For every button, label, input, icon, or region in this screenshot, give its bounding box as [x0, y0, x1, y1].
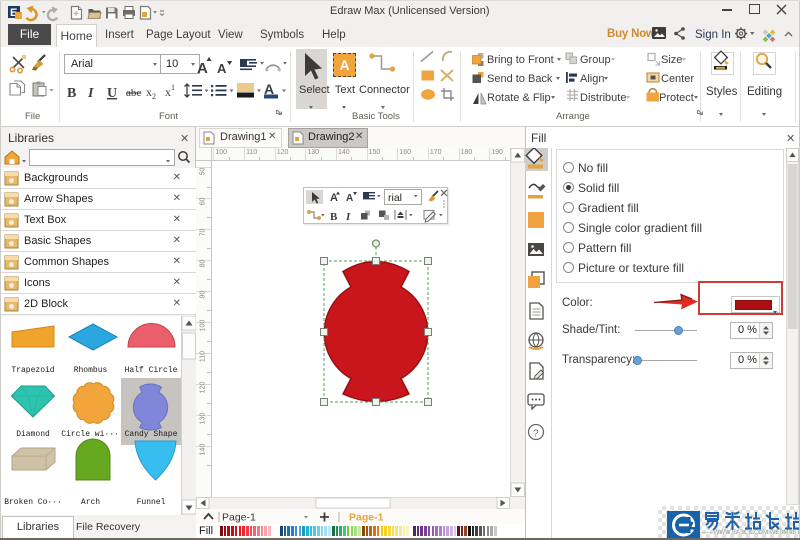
svg-text:A: A — [217, 61, 227, 76]
svg-text:Page-1: Page-1 — [349, 512, 384, 524]
svg-text:B: B — [67, 86, 76, 101]
svg-text:I: I — [87, 86, 94, 101]
svg-text:rial: rial — [388, 192, 402, 204]
svg-text:B: B — [330, 211, 338, 223]
svg-text:A: A — [197, 60, 208, 77]
svg-text:1: 1 — [171, 83, 175, 92]
svg-text:A: A — [346, 193, 353, 204]
svg-text:2: 2 — [152, 92, 156, 101]
svg-text:?: ? — [533, 429, 539, 440]
svg-text:I: I — [345, 211, 351, 223]
svg-text:U: U — [107, 86, 117, 101]
svg-text:abc: abc — [126, 87, 141, 99]
svg-text:Page-1: Page-1 — [222, 512, 256, 524]
